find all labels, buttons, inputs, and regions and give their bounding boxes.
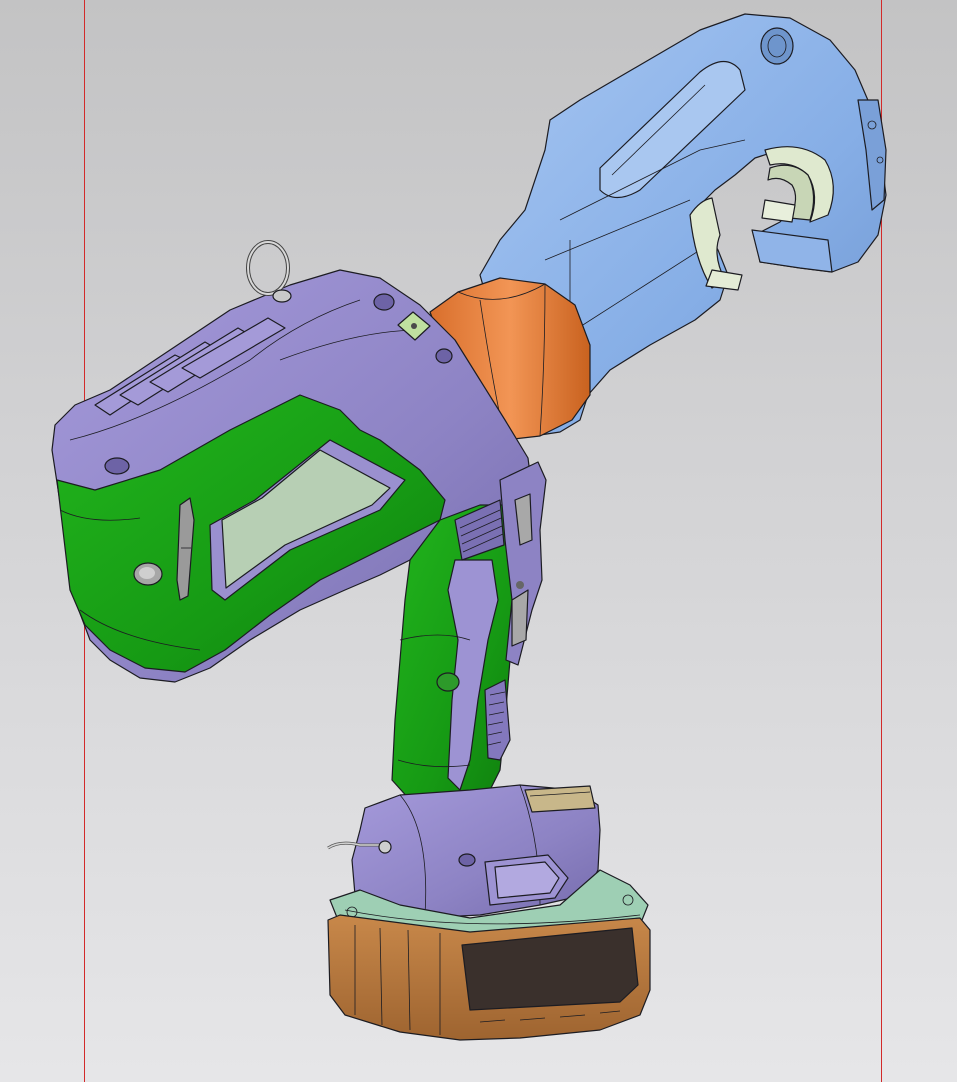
- battery-pack: [327, 914, 651, 1041]
- tool-model[interactable]: [0, 0, 957, 1082]
- pivot-hole: [760, 27, 794, 65]
- cad-viewport[interactable]: [0, 0, 957, 1082]
- hanging-ring: [246, 240, 292, 303]
